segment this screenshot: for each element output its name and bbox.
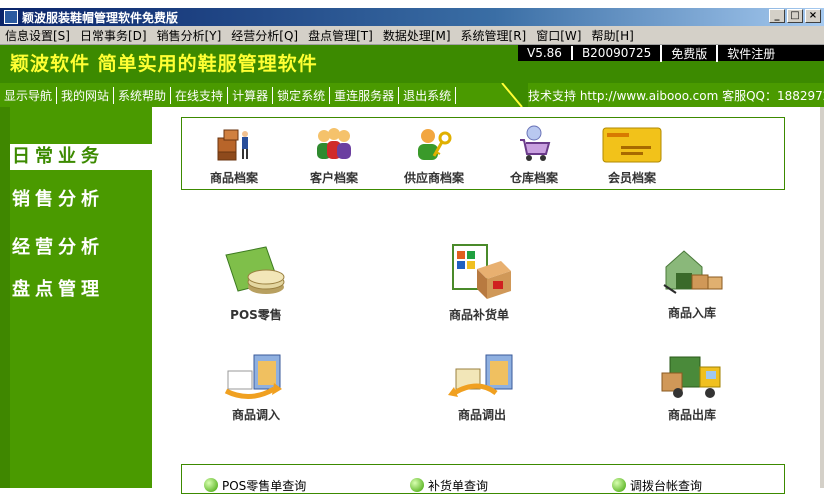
supplier-key-icon [418, 129, 452, 160]
window-title: 颖波服装鞋帽管理软件免费版 [22, 10, 179, 25]
version-number: V5.86 [527, 46, 562, 60]
sidebar-item-business-analysis[interactable]: 经营分析 [10, 235, 152, 261]
archives-panel: 商品档案 客户档案 供应商档案 仓库档案 会员档案 [181, 117, 785, 190]
tile-member-archive[interactable]: 会员档案 [600, 124, 664, 186]
window-buttons: _ □ × [769, 9, 821, 23]
menu-sales-analysis[interactable]: 销售分析[Y] [152, 27, 227, 44]
nav-show-navigation[interactable]: 显示导航 [0, 86, 58, 104]
tile-restock-order-label: 商品补货单 [448, 308, 509, 322]
tile-restock-order[interactable]: 商品补货单 [434, 241, 524, 323]
tile-product-archive-label: 商品档案 [209, 171, 258, 185]
shopping-cart-icon [520, 125, 551, 161]
sidebar-item-inventory-check[interactable]: 盘点管理 [10, 277, 152, 303]
tile-customer-archive[interactable]: 客户档案 [304, 124, 364, 186]
query-panel: POS零售单查询 补货单查询 调拨台帐查询 [181, 464, 785, 494]
menu-help[interactable]: 帮助[H] [586, 27, 638, 44]
restock-document-icon [452, 244, 511, 299]
sidebar-strip [0, 107, 10, 488]
tile-stock-out-label: 商品出库 [667, 408, 716, 422]
minimize-button[interactable]: _ [769, 9, 785, 23]
nav-calculator[interactable]: 计算器 [228, 86, 274, 104]
tile-transfer-out[interactable]: 商品调出 [442, 349, 522, 423]
top-strip [0, 0, 824, 8]
menu-window[interactable]: 窗口[W] [531, 27, 586, 44]
window-right-border [820, 107, 824, 488]
tile-member-archive-label: 会员档案 [607, 171, 656, 185]
customers-icon [317, 128, 351, 159]
tile-pos-retail[interactable]: POS零售 [216, 245, 296, 323]
nav-system-help[interactable]: 系统帮助 [114, 86, 172, 104]
cash-coins-icon [225, 246, 285, 294]
query-transfer-ledger[interactable]: 调拨台帐查询 [612, 477, 702, 494]
menu-system-management[interactable]: 系统管理[R] [456, 27, 532, 44]
tile-customer-archive-label: 客户档案 [309, 171, 358, 185]
tile-stock-in-label: 商品入库 [667, 306, 716, 320]
main-panel: 商品档案 客户档案 供应商档案 仓库档案 会员档案 POS零售 商品补货单 商品… [152, 107, 824, 494]
banner: 颖波软件 简单实用的鞋服管理软件 V5.86 B20090725 免费版 软件注… [0, 44, 824, 83]
query-pos-orders[interactable]: POS零售单查询 [204, 477, 306, 494]
green-ball-icon [410, 478, 424, 492]
nav-online-support[interactable]: 在线支持 [171, 86, 229, 104]
menu-daily-affairs[interactable]: 日常事务[D] [75, 27, 152, 44]
tile-transfer-out-label: 商品调出 [457, 408, 506, 422]
query-pos-orders-label: POS零售单查询 [222, 479, 307, 493]
support-contact: 技术支持 http://www.aibooo.com 客服QQ：18829725 [528, 89, 824, 103]
brand-slogan: 颖波软件 简单实用的鞋服管理软件 [10, 53, 318, 75]
transfer-out-icon [448, 354, 513, 397]
menu-business-analysis[interactable]: 经营分析[Q] [226, 27, 303, 44]
warehouse-in-icon [663, 250, 723, 294]
edition-label: 免费版 [660, 44, 716, 62]
quick-nav-bar: 显示导航 我的网站 系统帮助 在线支持 计算器 锁定系统 重连服务器 退出系统 … [0, 83, 824, 107]
tile-warehouse-archive-label: 仓库档案 [509, 171, 558, 185]
sidebar: 日常业务 销售分析 经营分析 盘点管理 [0, 107, 152, 488]
query-restock-orders-label: 补货单查询 [428, 479, 489, 493]
menu-bar: 信息设置[S] 日常事务[D] 销售分析[Y] 经营分析[Q] 盘点管理[T] … [0, 26, 824, 45]
maximize-button[interactable]: □ [787, 9, 803, 23]
tile-transfer-in[interactable]: 商品调入 [216, 349, 296, 423]
tile-transfer-in-label: 商品调入 [231, 408, 280, 422]
app-icon [4, 10, 18, 24]
nav-exit-system[interactable]: 退出系统 [399, 86, 457, 104]
product-boxes-icon [217, 129, 248, 161]
green-ball-icon [612, 478, 626, 492]
query-restock-orders[interactable]: 补货单查询 [410, 477, 488, 494]
transfer-in-icon [224, 354, 282, 399]
version-bar: V5.86 B20090725 免费版 软件注册 [518, 44, 824, 62]
menu-data-processing[interactable]: 数据处理[M] [378, 27, 456, 44]
member-card-icon [602, 127, 662, 163]
build-number: B20090725 [570, 46, 660, 60]
menu-info-settings[interactable]: 信息设置[S] [0, 27, 75, 44]
tile-warehouse-archive[interactable]: 仓库档案 [504, 124, 564, 186]
tile-stock-in[interactable]: 商品入库 [652, 245, 732, 321]
delivery-truck-icon [661, 356, 721, 398]
close-button[interactable]: × [805, 9, 821, 23]
tile-stock-out[interactable]: 商品出库 [652, 349, 732, 423]
title-bar[interactable]: 颖波服装鞋帽管理软件免费版 _ □ × [0, 8, 824, 26]
tile-product-archive[interactable]: 商品档案 [204, 124, 264, 186]
tile-pos-retail-label: POS零售 [230, 308, 282, 322]
nav-lock-system[interactable]: 锁定系统 [273, 86, 331, 104]
banner-notch-decoration [500, 83, 528, 107]
nav-reconnect-server[interactable]: 重连服务器 [330, 86, 400, 104]
green-ball-icon [204, 478, 218, 492]
query-transfer-ledger-label: 调拨台帐查询 [630, 479, 703, 493]
menu-inventory-check[interactable]: 盘点管理[T] [303, 27, 378, 44]
tile-supplier-archive-label: 供应商档案 [403, 171, 464, 185]
register-link[interactable]: 软件注册 [716, 44, 784, 62]
nav-my-website[interactable]: 我的网站 [57, 86, 115, 104]
sidebar-item-daily-business[interactable]: 日常业务 [10, 144, 152, 170]
sidebar-item-sales-analysis[interactable]: 销售分析 [10, 187, 152, 213]
tile-supplier-archive[interactable]: 供应商档案 [394, 124, 474, 186]
